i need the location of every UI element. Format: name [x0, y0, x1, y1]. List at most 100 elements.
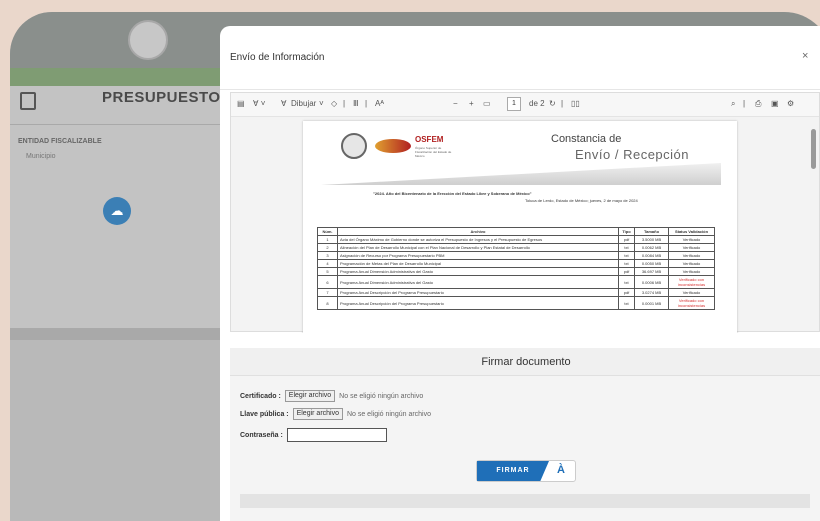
sign-section: Firmar documento Certificado : Elegir ar… [230, 348, 820, 521]
certificado-file-status: No se eligió ningún archivo [339, 393, 424, 400]
divider-icon: | [365, 99, 368, 108]
table-header-row: Núm. Archivo Tipo Tamaño Status Validaci… [317, 227, 715, 236]
modal-title: Envío de Información [230, 52, 325, 63]
pdf-scrollbar[interactable] [811, 119, 817, 331]
chevron-down-icon[interactable]: ˅ [319, 99, 324, 109]
sign-title: Firmar documento [481, 356, 571, 368]
llave-row: Llave pública : Elegir archivo No se eli… [240, 408, 431, 422]
divider-icon: | [743, 99, 746, 108]
table-row: 6 Programa Anual Dimensión Administrativa… [317, 275, 715, 289]
page-number-input[interactable]: 1 [507, 97, 521, 111]
firmar-label: FIRMAR [477, 461, 549, 481]
table-cell-archivo: Asignación de Recurso por Programa Presu… [337, 251, 619, 260]
text-icon[interactable]: Ⅲ [353, 99, 359, 109]
table-row: 5 Programa Anual Dimensión Administrativa… [317, 267, 715, 276]
files-table: Núm. Archivo Tipo Tamaño Status Validaci… [317, 227, 715, 310]
osfem-logo [375, 139, 411, 153]
divider-icon: | [561, 99, 564, 108]
table-row: 1 Acta del Órgano Máximo de Gobierno dond… [317, 235, 715, 244]
table-cell-status: Verificado [668, 243, 715, 252]
gear-icon[interactable]: ⚙ [787, 99, 794, 109]
page-total: de 2 [529, 99, 545, 108]
table-cell-status: Verificado con inconsistencias [668, 296, 715, 310]
zoom-out-icon[interactable]: − [453, 99, 458, 109]
column-header: Núm. [317, 227, 338, 236]
table-cell-archivo: Programación de Metas del Plan de Desarr… [337, 259, 619, 268]
decorative-band [321, 163, 721, 185]
table-row: 8 Programa Anual Descripción del Programa… [317, 296, 715, 310]
entity-label: ENTIDAD FISCALIZABLE [18, 138, 102, 145]
two-page-icon[interactable]: ▯▯ [571, 99, 580, 109]
certificado-label: Certificado : [240, 393, 281, 400]
table-cell-num: 4 [317, 259, 338, 268]
table-cell-archivo: Acta del Órgano Máximo de Gobierno donde… [337, 235, 619, 244]
pdf-toolbar: ▤ ∀ ˅ ∀ Dibujar ˅ ◇ | Ⅲ | Aᴬ − + ▭ 1 de … [231, 93, 819, 117]
rotate-icon[interactable]: ↻ [549, 99, 556, 109]
document-title: Constancia de [551, 133, 622, 145]
table-cell-archivo: Programa Anual Descripción del Programa … [337, 288, 619, 297]
envio-modal: Envío de Información × ▤ ∀ ˅ ∀ Dibujar ˅… [220, 26, 820, 521]
table-cell-tipo: txt [618, 259, 635, 268]
table-cell-archivo: Alineación del Plan de Desarrollo Munici… [337, 243, 619, 252]
table-cell-archivo: Programa Anual Dimensión Administrativa … [337, 267, 619, 276]
search-icon[interactable]: ⌕ [731, 99, 735, 109]
entity-value: Municipio [26, 153, 56, 160]
table-cell-num: 7 [317, 288, 338, 297]
filter-icon[interactable]: ∀ ˅ [253, 99, 265, 109]
scrollbar-thumb[interactable] [811, 129, 816, 169]
pdf-page: OSFEM Órgano Superior de Fiscalización d… [303, 121, 737, 333]
document-date: Toluca de Lerdo, Estado de México; jueve… [525, 198, 638, 203]
table-cell-num: 6 [317, 275, 338, 289]
table-cell-num: 8 [317, 296, 338, 310]
pdf-viewer: ▤ ∀ ˅ ∀ Dibujar ˅ ◇ | Ⅲ | Aᴬ − + ▭ 1 de … [230, 92, 820, 333]
table-cell-tamano: 0.0062 MB [634, 243, 669, 252]
signature-icon: À [557, 464, 565, 476]
table-cell-tamano: 3.5000 MB [634, 235, 669, 244]
table-cell-tipo: pdf [618, 235, 635, 244]
close-icon[interactable]: × [802, 50, 808, 62]
page-title: PRESUPUESTO [102, 89, 221, 106]
llave-file-status: No se eligió ningún archivo [346, 411, 432, 418]
document-slogan: "2024. Año del Bicentenario de la Erecci… [373, 191, 532, 196]
table-cell-tipo: txt [618, 296, 635, 310]
table-cell-archivo: Programa Anual Descripción del Programa … [337, 296, 619, 310]
cloud-upload-icon[interactable]: ☁ [103, 197, 131, 225]
document-icon [20, 92, 36, 110]
sidebar-toggle-icon[interactable]: ▤ [237, 99, 245, 109]
draw-label[interactable]: Dibujar [291, 99, 316, 109]
fit-page-icon[interactable]: ▭ [483, 99, 491, 109]
draw-icon[interactable]: ∀ [281, 99, 286, 109]
llave-choose-file-button[interactable]: Elegir archivo [292, 408, 343, 421]
zoom-in-icon[interactable]: + [469, 99, 474, 109]
table-cell-num: 2 [317, 243, 338, 252]
column-header: Tipo [618, 227, 635, 236]
save-icon[interactable]: ▣ [771, 99, 779, 109]
table-cell-status: Verificado con inconsistencias [668, 275, 715, 289]
files-table-body: 1 Acta del Órgano Máximo de Gobierno dond… [317, 235, 715, 310]
table-cell-archivo: Programa Anual Dimensión Administrativa … [337, 275, 619, 289]
table-cell-tamano: 0.0050 MB [634, 259, 669, 268]
table-cell-tipo: txt [618, 275, 635, 289]
table-cell-tipo: txt [618, 243, 635, 252]
llave-label: Llave pública : [240, 411, 289, 418]
column-header: Status Validación [668, 227, 715, 236]
state-seal-logo [341, 133, 367, 159]
column-header: Archivo [337, 227, 619, 236]
table-cell-status: Verificado [668, 288, 715, 297]
eraser-icon[interactable]: ◇ [331, 99, 337, 109]
table-cell-tipo: pdf [618, 267, 635, 276]
print-icon[interactable]: ⎙ [755, 99, 761, 109]
modal-header: Envío de Información × [220, 26, 820, 90]
table-cell-tamano: 0.0001 MB [634, 296, 669, 310]
table-cell-tipo: pdf [618, 288, 635, 297]
read-aloud-icon[interactable]: Aᴬ [375, 99, 384, 109]
password-field[interactable] [286, 428, 387, 442]
osfem-tagline: Órgano Superior de Fiscalización del Est… [415, 146, 452, 158]
table-row: 4 Programación de Metas del Plan de Desar… [317, 259, 715, 268]
column-header: Tamaño [634, 227, 669, 236]
document-subtitle: Envío / Recepción [575, 147, 690, 162]
table-cell-status: Verificado [668, 251, 715, 260]
firmar-button[interactable]: FIRMAR À [476, 460, 576, 482]
pdf-page-area[interactable]: OSFEM Órgano Superior de Fiscalización d… [231, 117, 809, 333]
certificado-choose-file-button[interactable]: Elegir archivo [284, 390, 336, 403]
